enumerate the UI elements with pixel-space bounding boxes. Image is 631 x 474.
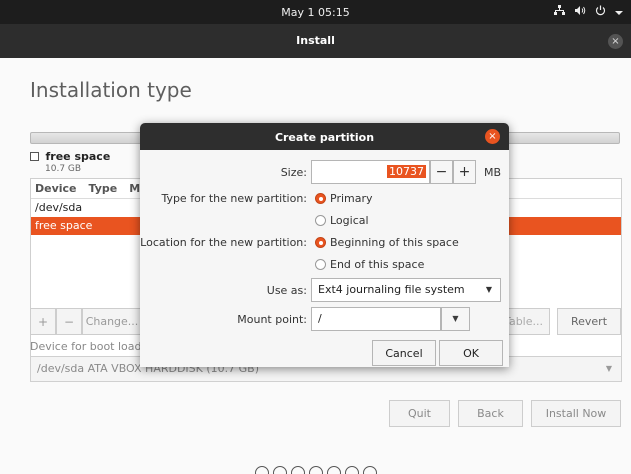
size-label: Size: bbox=[280, 166, 307, 179]
radio-beginning[interactable]: Beginning of this space bbox=[315, 236, 459, 249]
dialog-header: Create partition × bbox=[140, 123, 509, 150]
system-tray[interactable] bbox=[554, 5, 623, 19]
chevron-down-icon: ▼ bbox=[452, 314, 459, 323]
add-partition-button[interactable]: + bbox=[30, 308, 56, 335]
window-title: Install bbox=[296, 34, 335, 47]
partition-type-label: Type for the new partition: bbox=[161, 192, 307, 205]
dialog-title: Create partition bbox=[274, 131, 375, 144]
size-unit: MB bbox=[484, 166, 502, 179]
ok-button[interactable]: OK bbox=[439, 340, 503, 366]
progress-dot bbox=[291, 466, 305, 474]
legend-swatch bbox=[30, 152, 39, 161]
chevron-down-icon: ▼ bbox=[485, 285, 492, 294]
mount-point-dropdown-button[interactable]: ▼ bbox=[441, 307, 470, 331]
power-icon[interactable] bbox=[595, 5, 606, 19]
use-as-label: Use as: bbox=[266, 284, 307, 297]
change-partition-button[interactable]: Change... bbox=[82, 308, 142, 335]
progress-dots bbox=[255, 466, 377, 474]
cancel-button[interactable]: Cancel bbox=[372, 340, 436, 366]
mount-point-value: / bbox=[318, 312, 322, 325]
window-header: Install × bbox=[0, 24, 631, 58]
radio-end[interactable]: End of this space bbox=[315, 258, 424, 271]
chevron-down-icon[interactable] bbox=[615, 6, 623, 19]
progress-dot bbox=[345, 466, 359, 474]
radio-unselected-icon bbox=[315, 259, 326, 270]
radio-selected-icon bbox=[315, 193, 326, 204]
column-header[interactable]: Device bbox=[35, 182, 77, 195]
network-icon[interactable] bbox=[554, 5, 565, 19]
radio-primary-label: Primary bbox=[330, 192, 373, 205]
size-input[interactable]: 10737 bbox=[311, 160, 430, 184]
legend-size: 10.7 GB bbox=[45, 164, 82, 174]
page-title: Installation type bbox=[30, 78, 192, 102]
radio-primary[interactable]: Primary bbox=[315, 192, 373, 205]
close-icon[interactable]: × bbox=[608, 34, 623, 49]
use-as-value: Ext4 journaling file system bbox=[318, 283, 465, 296]
volume-icon[interactable] bbox=[574, 5, 586, 19]
quit-button[interactable]: Quit bbox=[389, 400, 450, 427]
clock[interactable]: May 1 05:15 bbox=[0, 6, 631, 19]
revert-button[interactable]: Revert bbox=[557, 308, 621, 335]
remove-partition-button[interactable]: − bbox=[56, 308, 82, 335]
progress-dot bbox=[255, 466, 269, 474]
radio-beginning-label: Beginning of this space bbox=[330, 236, 459, 249]
radio-logical-label: Logical bbox=[330, 214, 369, 227]
size-decrement-button[interactable]: − bbox=[430, 160, 453, 184]
progress-dot bbox=[363, 466, 377, 474]
close-icon[interactable]: × bbox=[485, 129, 500, 144]
partition-location-label: Location for the new partition: bbox=[140, 236, 307, 249]
radio-selected-icon bbox=[315, 237, 326, 248]
radio-logical[interactable]: Logical bbox=[315, 214, 369, 227]
back-button[interactable]: Back bbox=[458, 400, 523, 427]
disk-legend: free space 10.7 GB bbox=[30, 150, 110, 174]
use-as-select[interactable]: Ext4 journaling file system ▼ bbox=[311, 278, 501, 302]
install-now-button[interactable]: Install Now bbox=[531, 400, 621, 427]
progress-dot bbox=[327, 466, 341, 474]
progress-dot bbox=[273, 466, 287, 474]
partition-toolbar: + − Change... bbox=[30, 308, 142, 335]
size-value: 10737 bbox=[387, 165, 426, 178]
radio-unselected-icon bbox=[315, 215, 326, 226]
column-header[interactable]: M bbox=[129, 182, 140, 195]
column-header[interactable]: Type bbox=[89, 182, 118, 195]
create-partition-dialog: Create partition × Size: 10737 − + MB Ty… bbox=[140, 123, 509, 367]
mount-point-input[interactable]: / bbox=[311, 307, 441, 331]
radio-end-label: End of this space bbox=[330, 258, 425, 271]
mount-point-label: Mount point: bbox=[237, 313, 307, 326]
chevron-down-icon: ▼ bbox=[605, 364, 612, 373]
size-increment-button[interactable]: + bbox=[453, 160, 476, 184]
boot-loader-label: Device for boot loade bbox=[30, 340, 149, 353]
legend-name: free space bbox=[45, 150, 111, 163]
progress-dot bbox=[309, 466, 323, 474]
top-bar: May 1 05:15 bbox=[0, 0, 631, 24]
